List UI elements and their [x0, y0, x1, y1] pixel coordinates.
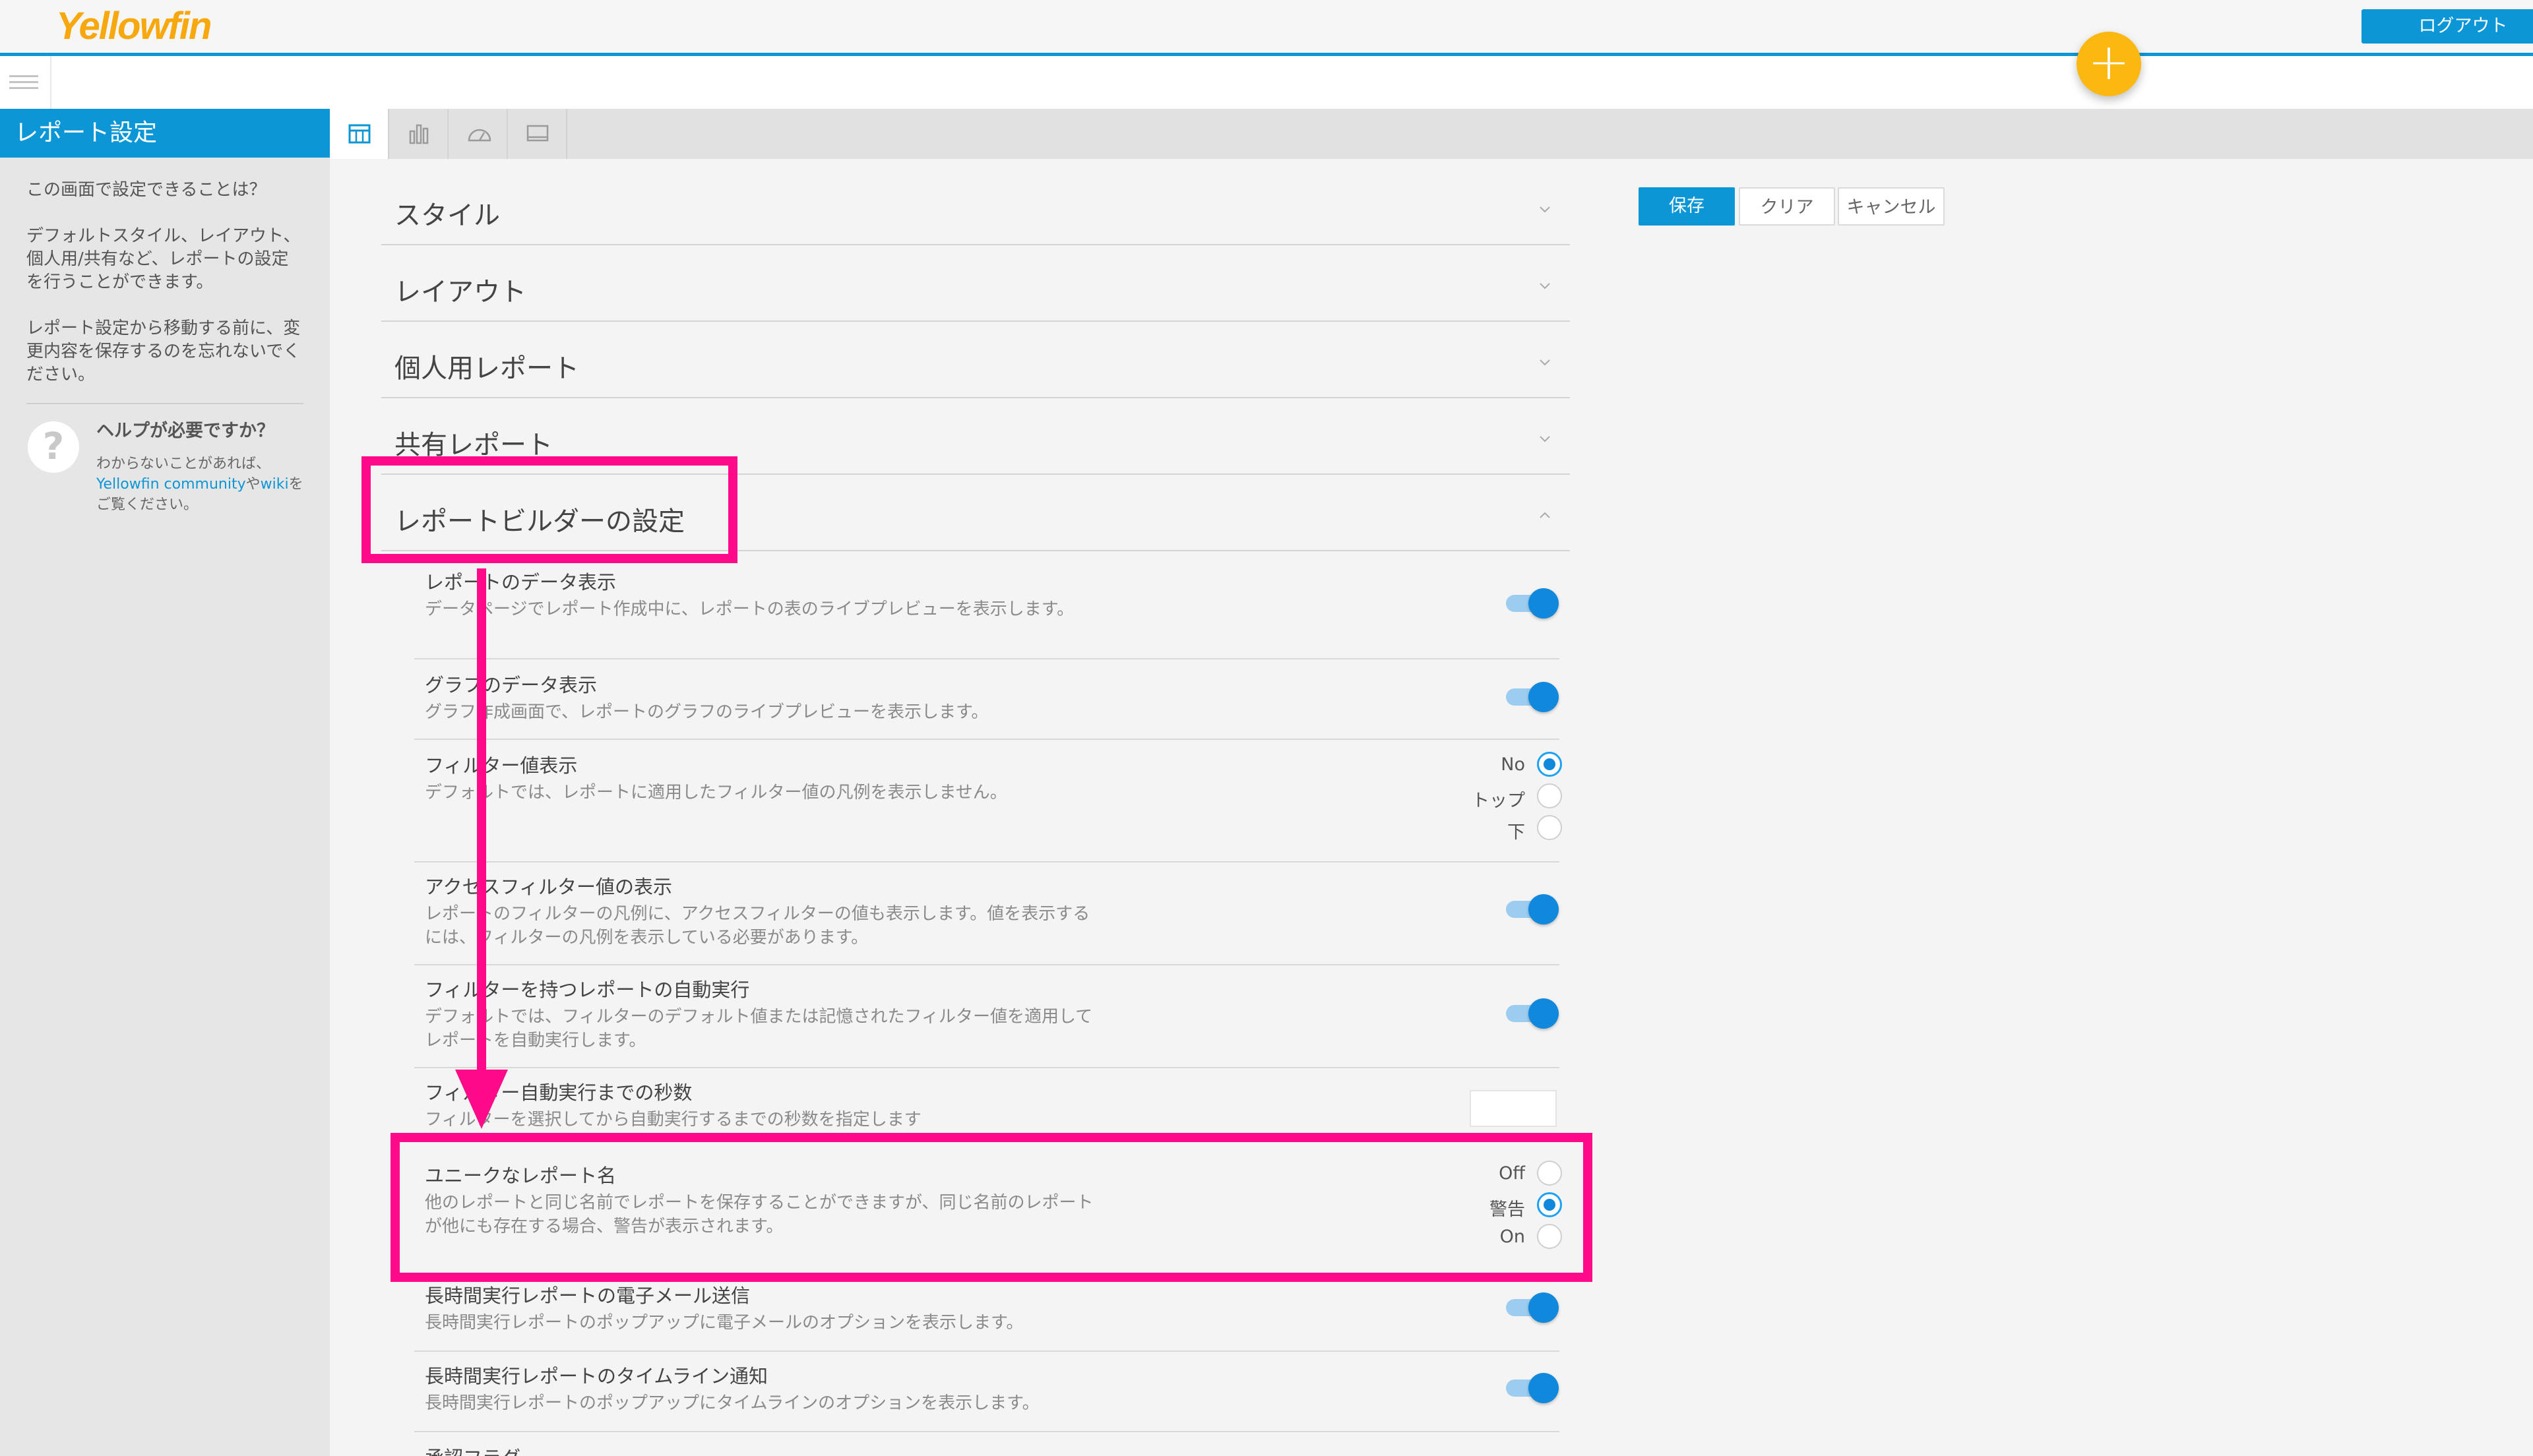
annotation-arrow	[455, 568, 508, 1129]
